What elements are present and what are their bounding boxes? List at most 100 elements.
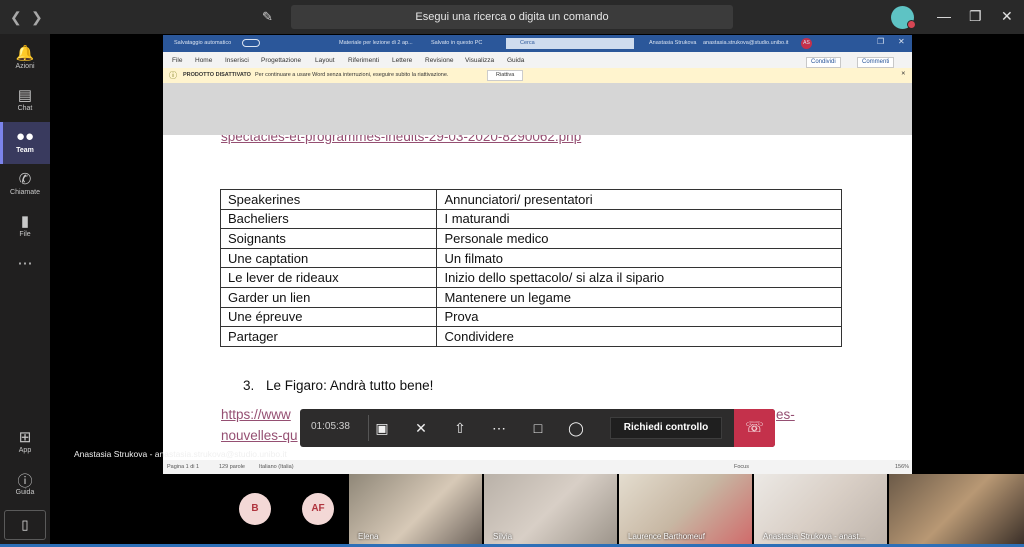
menu-home[interactable]: Home (195, 57, 212, 64)
rail-item-actions[interactable]: 🔔 Azioni (0, 38, 50, 80)
mic-off-icon[interactable]: ✕ (411, 418, 431, 438)
forward-icon[interactable]: ❯ (31, 9, 43, 26)
request-control-button[interactable]: Richiedi controllo (610, 417, 722, 439)
rail-item-help[interactable]: ⓘ Guida (0, 464, 50, 506)
menu-insert[interactable]: Inserisci (225, 57, 249, 64)
rail-item-files[interactable]: ▮ File (0, 206, 50, 248)
menu-file[interactable]: File (172, 57, 182, 64)
table-cell: Une captation (219, 247, 438, 269)
menu-design[interactable]: Progettazione (261, 57, 301, 64)
participant-name: Anastasia Strukova - anast... (763, 532, 866, 541)
chat-icon[interactable]: □ (528, 418, 548, 438)
word-status-bar: Pagina 1 di 1 129 parole Italiano (Itali… (163, 460, 912, 474)
rail-item-more[interactable]: ⋯ (0, 248, 50, 290)
table-cell: Annunciatori/ presentatori (436, 189, 842, 210)
menu-layout[interactable]: Layout (315, 57, 335, 64)
word-user-name: Anastasia Strukova (649, 40, 697, 46)
list-item: 3. Le Figaro: Andrà tutto bene! (243, 378, 433, 393)
menu-review[interactable]: Revisione (425, 57, 454, 64)
rail-item-chat[interactable]: ▤ Chat (0, 80, 50, 122)
phone-icon: ✆ (18, 171, 32, 188)
minimize-icon[interactable]: — (937, 8, 951, 24)
list-text: Le Figaro: Andrà tutto bene! (266, 378, 434, 393)
rail-item-team[interactable]: ●● Team (0, 122, 50, 164)
notice-text: Per continuare a usare Word senza interr… (255, 72, 449, 78)
table-cell: Garder un lien (219, 286, 438, 308)
document-link[interactable]: spectacles-et-programmes-inedits-29-03-2… (221, 135, 581, 144)
hangup-icon: ☏ (745, 419, 764, 436)
menu-references[interactable]: Riferimenti (348, 57, 379, 64)
divider (368, 415, 369, 441)
document-link[interactable]: https://www (221, 407, 291, 422)
info-icon: ⓘ (169, 71, 177, 80)
avatar[interactable]: AF (302, 493, 334, 525)
compose-icon[interactable]: ✎ (262, 9, 273, 25)
rail-item-calls[interactable]: ✆ Chiamate (0, 164, 50, 206)
menu-view[interactable]: Visualizza (465, 57, 494, 64)
participant-tile[interactable] (889, 474, 1024, 545)
rail-item-apps[interactable]: ⊞ App (0, 422, 50, 464)
word-close-icon[interactable]: ✕ (898, 37, 905, 46)
table-cell: Bacheliers (219, 208, 438, 230)
file-icon: ▮ (20, 213, 30, 230)
camera-icon[interactable]: ▣ (372, 418, 392, 438)
vocabulary-table: Speakerines Annunciatori/ presentatori Ba… (219, 189, 842, 347)
hangup-button[interactable]: ☏ (734, 409, 775, 447)
autosave-toggle[interactable] (242, 39, 260, 47)
rail-item-label: Team (16, 147, 34, 154)
chat-icon: ▤ (17, 87, 33, 104)
avatar[interactable]: B (239, 493, 271, 525)
participant-tile[interactable]: Anastasia Strukova - anast... (754, 474, 887, 545)
share-tray-icon[interactable]: ⇧ (450, 418, 470, 438)
share-button[interactable]: Condividi (806, 57, 841, 68)
close-icon[interactable]: ✕ (1001, 8, 1013, 25)
table-cell: Soignants (219, 228, 438, 249)
table-row: Garder un lien Mantenere un legame (219, 286, 842, 308)
call-controls: 01:05:38 ▣ ✕ ⇧ ⋯ □ ◯ Richiedi controllo … (300, 409, 775, 447)
participant-tile[interactable]: Silvia (484, 474, 617, 545)
reactivate-button[interactable]: Riattiva (487, 70, 524, 81)
table-cell: Prova (436, 306, 842, 328)
device-button[interactable]: ▯ (4, 510, 46, 540)
word-title-bar: Salvataggio automatico Materiale per lez… (163, 35, 912, 52)
menu-help[interactable]: Guida (507, 57, 524, 64)
call-timer: 01:05:38 (311, 421, 350, 432)
more-icon[interactable]: ⋯ (489, 418, 509, 438)
rail-item-label: Guida (15, 489, 35, 496)
rail-item-label: Chat (17, 105, 33, 112)
table-row: Speakerines Annunciatori/ presentatori (219, 189, 842, 210)
more-icon: ⋯ (17, 255, 33, 272)
participants-icon[interactable]: ◯ (566, 418, 586, 438)
rail-item-label: Chiamate (10, 189, 40, 196)
focus-mode[interactable]: Focus (734, 464, 749, 470)
zoom-level[interactable]: 156% (895, 464, 909, 470)
notice-title: PRODOTTO DISATTIVATO (183, 72, 251, 78)
search-bar[interactable]: Esegui una ricerca o digita un comando (291, 5, 733, 29)
document-link[interactable]: nouvelles-qu (221, 428, 298, 443)
notice-close-icon[interactable]: ✕ (901, 71, 906, 77)
word-ribbon (163, 83, 912, 135)
table-row: Partager Condividere (219, 326, 842, 347)
table-row: Bacheliers I maturandi (219, 208, 842, 230)
page-count: Pagina 1 di 1 (167, 464, 200, 470)
status-badge (907, 20, 916, 29)
presenter-label: Anastasia Strukova - anastasia.strukova@… (74, 449, 287, 459)
app-rail: 🔔 Azioni ▤ Chat ●● Team ✆ Chiamate ▮ Fil… (0, 34, 50, 547)
menu-mailings[interactable]: Lettere (392, 57, 412, 64)
table-cell: Partager (219, 326, 438, 347)
autosave-label: Salvataggio automatico (174, 40, 232, 46)
table-cell: Speakerines (219, 189, 438, 210)
word-user-avatar[interactable]: AS (801, 38, 812, 49)
document-link[interactable]: es- (776, 407, 795, 422)
comments-button[interactable]: Commenti (857, 57, 895, 68)
back-icon[interactable]: ❮ (10, 9, 22, 26)
participant-tile[interactable]: Laurence Barthomeuf (619, 474, 752, 545)
table-cell: Mantenere un legame (436, 286, 842, 308)
table-cell: Une épreuve (219, 306, 438, 328)
word-search[interactable]: Cerca (506, 38, 634, 49)
participant-name: Laurence Barthomeuf (628, 532, 705, 541)
maximize-icon[interactable]: ❐ (969, 8, 982, 25)
word-menu-bar: File Home Inserisci Progettazione Layout… (163, 52, 912, 68)
participant-tile[interactable]: Elena (349, 474, 482, 545)
word-maximize-icon[interactable]: ❐ (877, 37, 884, 46)
